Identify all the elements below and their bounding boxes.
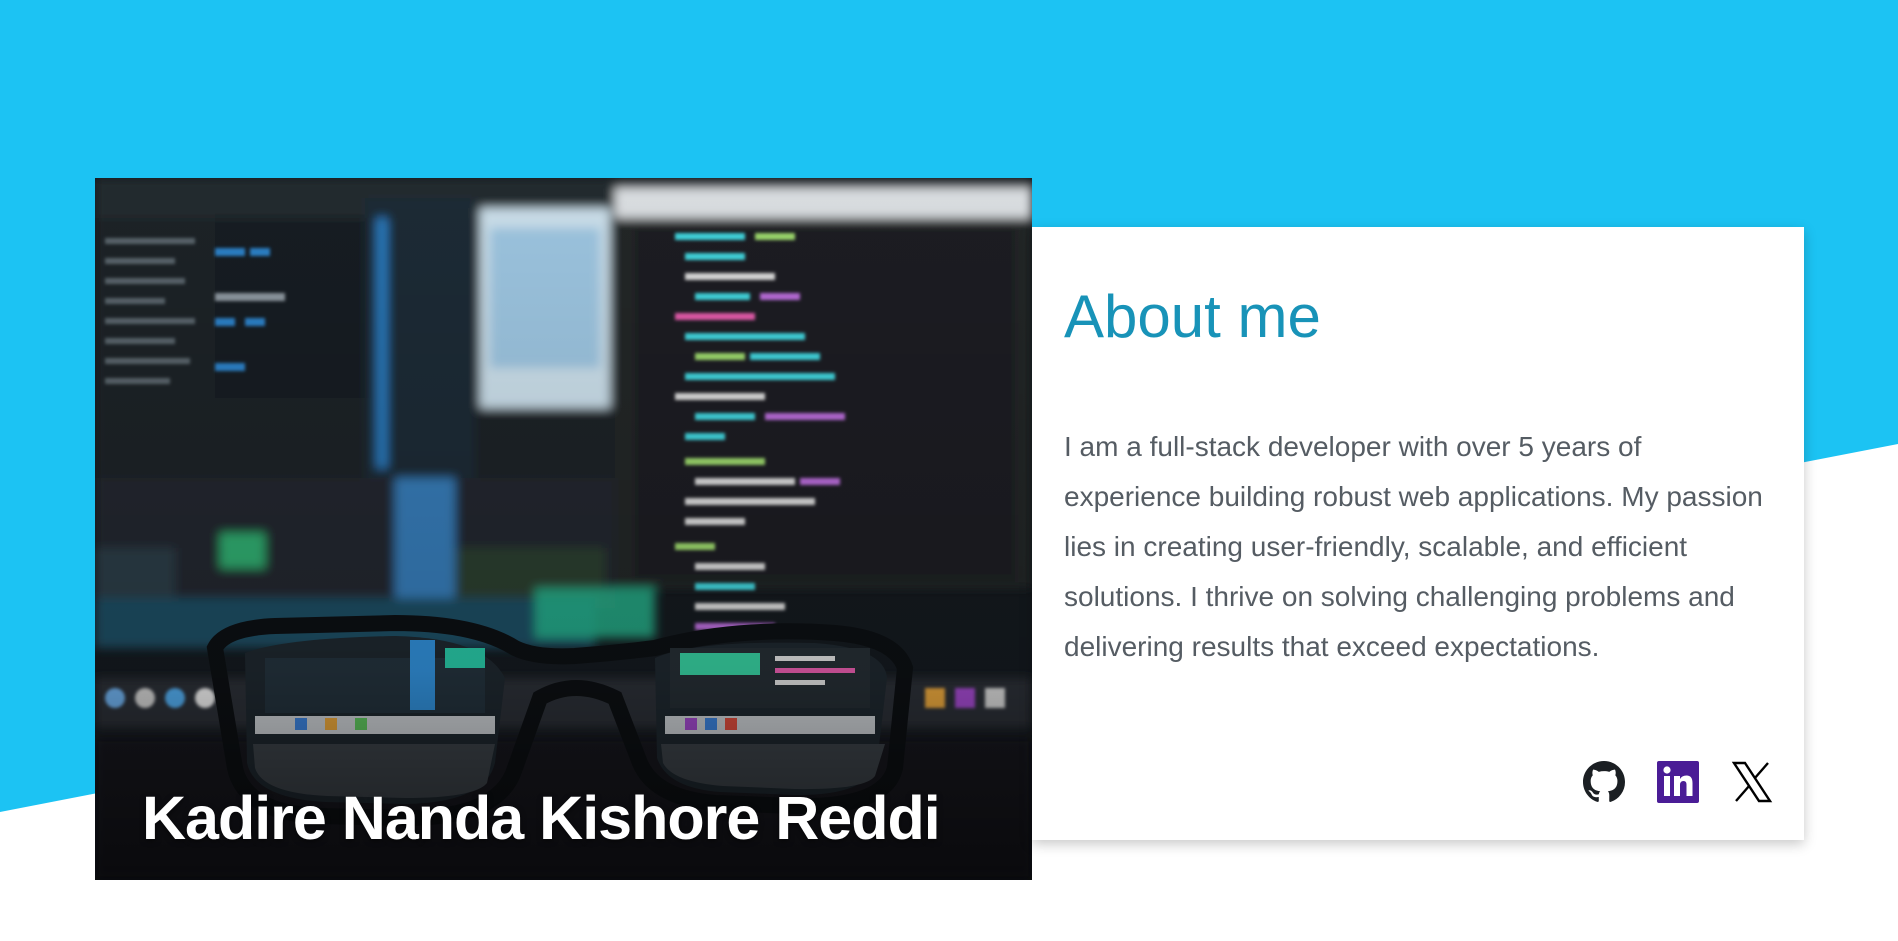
linkedin-link[interactable] (1656, 760, 1700, 804)
x-icon (1731, 761, 1773, 803)
hero-name: Kadire Nanda Kishore Reddi (142, 784, 941, 852)
linkedin-icon (1657, 761, 1699, 803)
hero-photo-monitors-glasses-illustration (95, 178, 1032, 880)
github-icon (1583, 761, 1625, 802)
social-links (1582, 759, 1774, 805)
github-link[interactable] (1582, 760, 1626, 804)
about-title: About me (1064, 283, 1321, 350)
x-link[interactable] (1730, 760, 1774, 804)
hero-image: Kadire Nanda Kishore Reddi (95, 178, 1032, 880)
about-card: About me I am a full-stack developer wit… (1032, 227, 1804, 840)
about-bio: I am a full-stack developer with over 5 … (1064, 431, 1763, 662)
